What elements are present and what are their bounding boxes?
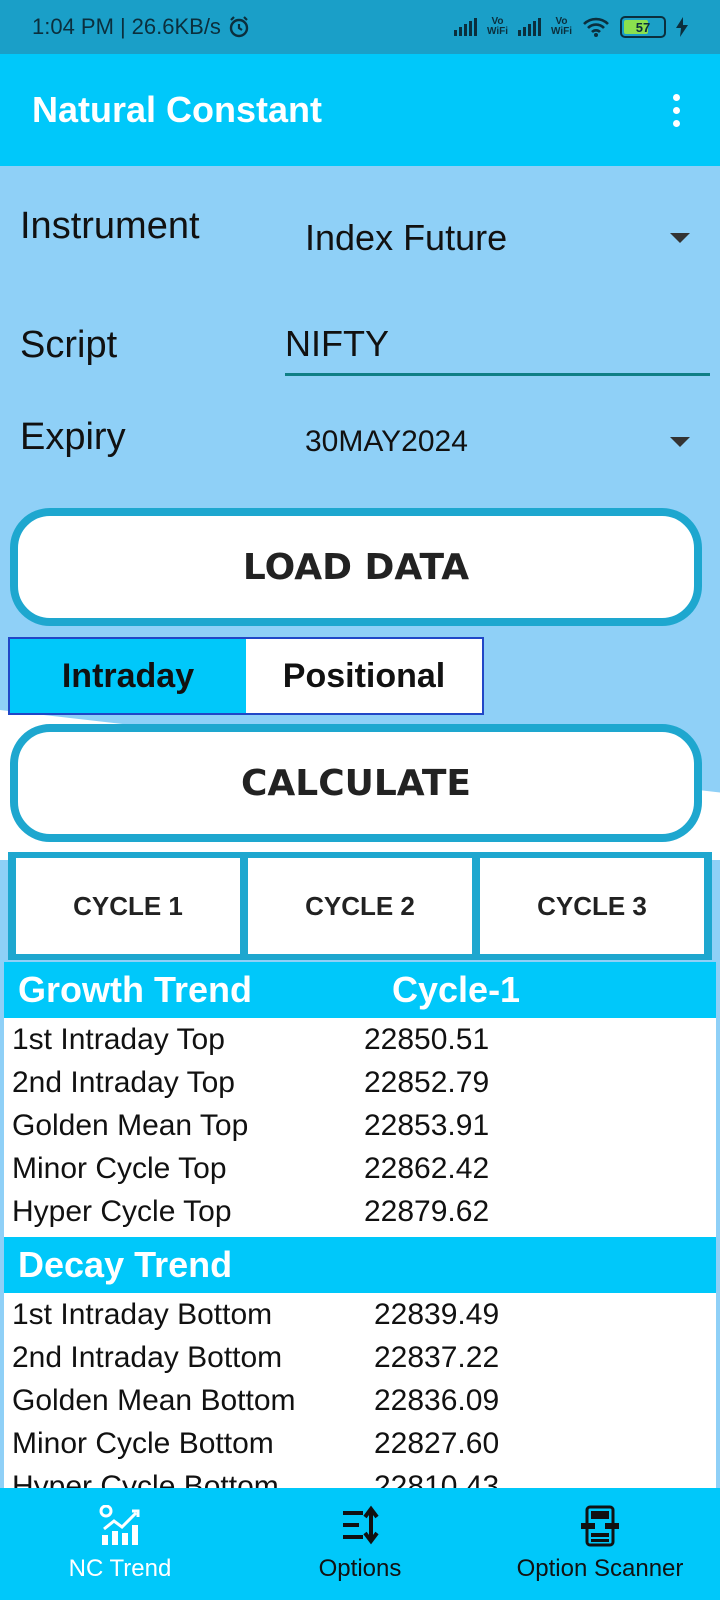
signal-icon-2 <box>517 18 541 36</box>
list-item: Golden Mean Top 22853.91 <box>12 1108 490 1142</box>
dropdown-caret-icon <box>670 437 690 447</box>
list-item: 2nd Intraday Bottom 22837.22 <box>12 1340 500 1374</box>
trend-chart-icon <box>99 1505 140 1545</box>
load-data-button[interactable]: LOAD DATA <box>10 508 702 626</box>
list-item: 1st Intraday Top 22850.51 <box>12 1022 490 1056</box>
cycle-tabs: CYCLE 1 CYCLE 2 CYCLE 3 <box>8 852 712 960</box>
nav-options[interactable]: Options <box>240 1488 480 1600</box>
script-input[interactable] <box>285 322 710 365</box>
nav-nc-trend[interactable]: NC Trend <box>0 1488 240 1600</box>
dropdown-caret-icon <box>670 233 690 243</box>
overflow-menu-icon[interactable] <box>665 86 688 135</box>
wifi-icon <box>583 17 609 37</box>
script-row: Script <box>20 310 710 380</box>
vowifi-icon-2: Vo WiFi <box>550 16 572 37</box>
script-input-wrapper <box>285 314 710 376</box>
calculate-button[interactable]: CALCULATE <box>10 724 702 842</box>
instrument-value: Index Future <box>305 217 508 258</box>
cycle-1-tab[interactable]: CYCLE 1 <box>16 858 240 954</box>
list-item: Hyper Cycle Top 22879.62 <box>12 1194 490 1228</box>
mode-toggle: Intraday Positional <box>8 637 484 715</box>
status-bar: 1:04 PM | 26.6KB/s Vo WiFi Vo WiFi 57 <box>0 0 720 54</box>
expiry-value: 30MAY2024 <box>305 425 468 458</box>
battery-icon: 57 <box>620 16 666 38</box>
alarm-icon <box>229 16 249 38</box>
decay-trend-header: Decay Trend <box>4 1237 716 1293</box>
nav-label: Option Scanner <box>516 1555 684 1582</box>
bottom-navigation: NC Trend Options Option Scanner <box>0 1488 720 1600</box>
status-speed: 26.6KB/s <box>131 14 221 39</box>
expiry-dropdown[interactable]: 30MAY2024 <box>285 425 710 459</box>
intraday-tab[interactable]: Intraday <box>10 639 246 713</box>
list-item: Minor Cycle Bottom 22827.60 <box>12 1426 500 1460</box>
list-item: 2nd Intraday Top 22852.79 <box>12 1065 490 1099</box>
charging-icon <box>676 17 688 37</box>
instrument-row: Instrument Index Future <box>20 198 710 278</box>
instrument-label: Instrument <box>20 204 200 247</box>
expiry-label: Expiry <box>20 415 126 458</box>
list-item: 1st Intraday Bottom 22839.49 <box>12 1297 500 1331</box>
cycle-2-tab[interactable]: CYCLE 2 <box>248 858 472 954</box>
status-separator: | <box>119 14 126 39</box>
decay-trend-title: Decay Trend <box>18 1244 233 1285</box>
script-label: Script <box>20 323 118 366</box>
app-title: Natural Constant <box>32 89 323 130</box>
cycle-3-tab[interactable]: CYCLE 3 <box>480 858 704 954</box>
scanner-icon <box>581 1505 619 1547</box>
cycle-title: Cycle-1 <box>392 969 521 1010</box>
signal-icon <box>453 18 477 36</box>
nav-option-scanner[interactable]: Option Scanner <box>480 1488 720 1600</box>
instrument-dropdown[interactable]: Index Future <box>285 217 710 259</box>
list-item: Hyper Cycle Bottom 22810.43 <box>12 1469 500 1489</box>
status-time: 1:04 PM <box>32 14 114 39</box>
results-panel: Growth Trend Cycle-1 1st Intraday Top 228… <box>4 962 716 1488</box>
vowifi-icon: Vo WiFi <box>486 16 508 37</box>
app-bar: Natural Constant <box>0 54 720 166</box>
list-item: Golden Mean Bottom 22836.09 <box>12 1383 500 1417</box>
sort-list-icon <box>343 1505 379 1545</box>
nav-label: NC Trend <box>68 1555 172 1582</box>
growth-trend-header: Growth Trend Cycle-1 <box>4 962 716 1018</box>
positional-tab[interactable]: Positional <box>246 639 482 713</box>
list-item: Minor Cycle Top 22862.42 <box>12 1151 490 1185</box>
nav-label: Options <box>318 1555 402 1582</box>
expiry-row: Expiry 30MAY2024 <box>20 402 710 482</box>
growth-trend-title: Growth Trend <box>18 969 252 1010</box>
